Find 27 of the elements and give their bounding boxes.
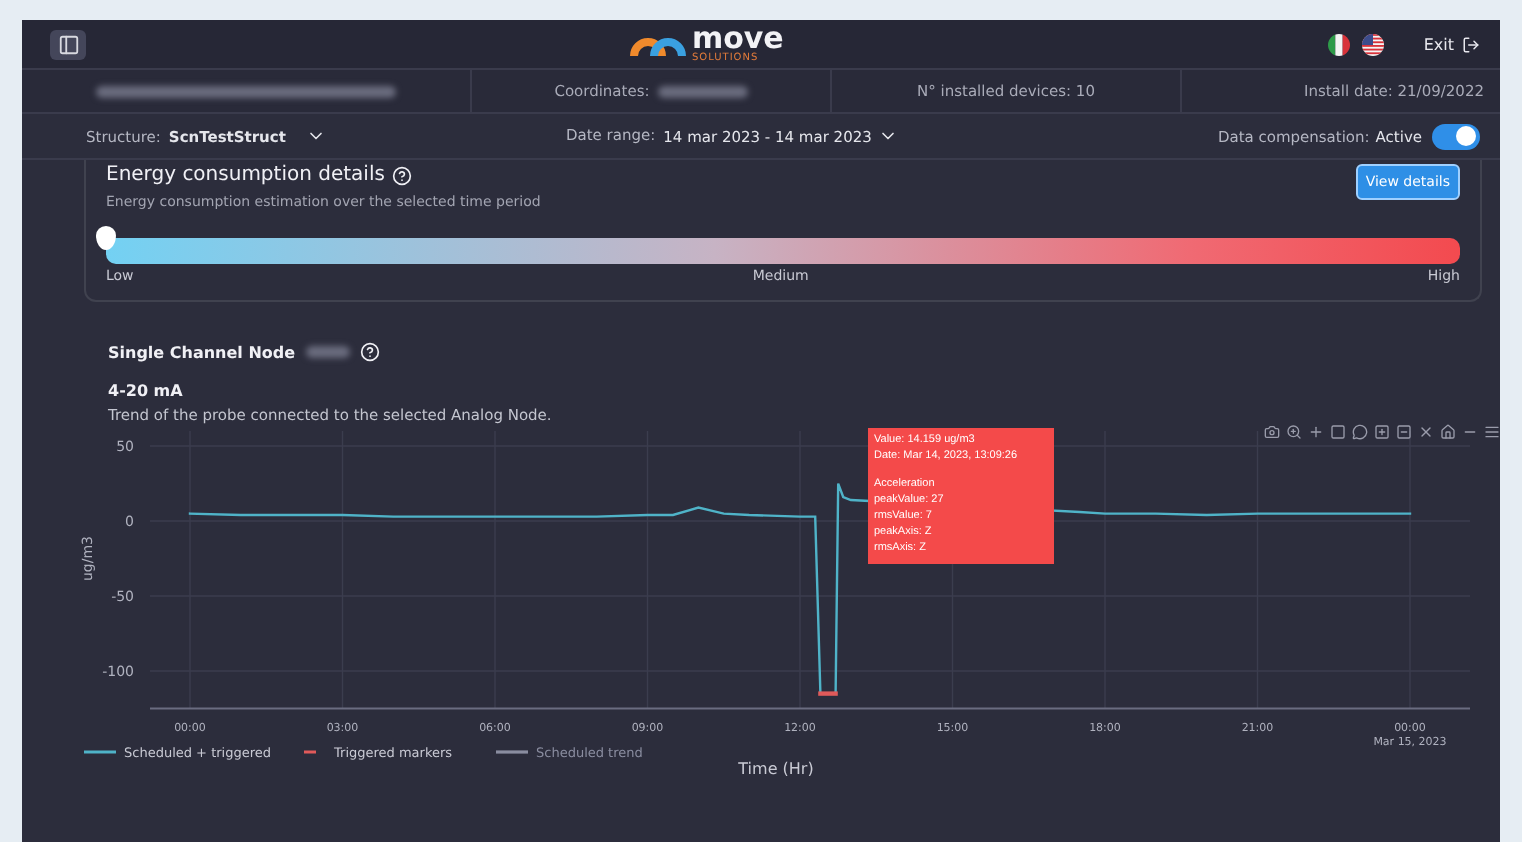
energy-title: Energy consumption details bbox=[106, 164, 385, 186]
node-subtitle: 4-20 mA bbox=[108, 382, 185, 400]
logo-text: move bbox=[691, 24, 784, 54]
data-compensation-toggle[interactable] bbox=[1432, 123, 1480, 149]
zoom-in-icon[interactable] bbox=[1374, 424, 1390, 440]
zoom-icon[interactable] bbox=[1286, 424, 1302, 440]
node-title: Single Channel Node bbox=[108, 343, 296, 361]
lines-icon[interactable] bbox=[1484, 424, 1500, 440]
camera-icon[interactable] bbox=[1264, 424, 1280, 440]
sidebar-toggle-button[interactable] bbox=[50, 29, 86, 59]
usa-flag-icon[interactable] bbox=[1361, 33, 1384, 55]
plus-icon[interactable] bbox=[1308, 424, 1324, 440]
logout-icon bbox=[1462, 35, 1480, 53]
redacted-text bbox=[305, 346, 350, 358]
exit-button[interactable]: Exit bbox=[1423, 35, 1480, 53]
redacted-text bbox=[657, 85, 748, 97]
energy-level-thumb[interactable] bbox=[96, 226, 116, 250]
triggered-marker-line bbox=[818, 691, 838, 696]
home-icon[interactable] bbox=[1440, 424, 1456, 440]
italy-flag-icon[interactable] bbox=[1327, 33, 1350, 55]
help-icon[interactable] bbox=[392, 165, 413, 185]
close-icon[interactable] bbox=[1418, 424, 1434, 440]
zoom-out-icon[interactable] bbox=[1396, 424, 1412, 440]
speech-bubble-icon[interactable] bbox=[1352, 424, 1368, 440]
help-icon[interactable] bbox=[359, 342, 380, 362]
square-icon[interactable] bbox=[1330, 424, 1346, 440]
x-axis-label: Time (Hr) bbox=[738, 760, 814, 778]
